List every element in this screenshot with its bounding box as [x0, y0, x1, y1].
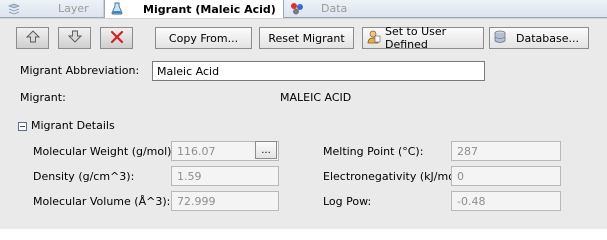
tab-layer-label: Layer	[58, 2, 89, 15]
migrant-abbreviation-label: Migrant Abbreviation:	[20, 64, 140, 77]
migrant-value: MALEIC ACID	[280, 91, 352, 104]
set-user-defined-button[interactable]: Set to User Defined	[362, 25, 484, 51]
molecular-weight-browse-button[interactable]: ...	[255, 141, 277, 159]
reset-migrant-label: Reset Migrant	[268, 31, 345, 45]
move-down-button[interactable]	[58, 27, 91, 49]
tab-layer[interactable]: Layer	[0, 0, 104, 17]
database-button[interactable]: Database...	[489, 27, 589, 49]
copy-from-label: Copy From...	[168, 31, 239, 45]
ellipsis-label: ...	[261, 144, 271, 156]
molecular-weight-label: Molecular Weight (g/mol):	[33, 145, 176, 158]
reset-migrant-button[interactable]: Reset Migrant	[259, 27, 354, 49]
molecular-volume-label: Molecular Volume (Å^3):	[33, 195, 171, 208]
molecular-volume-field	[171, 191, 279, 211]
tab-migrant-label: Migrant (Maleic Acid)	[143, 2, 276, 16]
set-user-defined-label: Set to User Defined	[385, 25, 447, 51]
electronegativity-label: Electronegativity (kJ/mol):	[323, 170, 466, 183]
delete-button[interactable]	[100, 27, 133, 49]
melting-point-label: Melting Point (°C):	[323, 145, 424, 158]
database-label: Database...	[516, 31, 579, 45]
melting-point-field	[451, 141, 561, 161]
user-icon	[367, 30, 381, 47]
move-up-button[interactable]	[16, 27, 49, 49]
electronegativity-field	[451, 166, 561, 186]
copy-from-button[interactable]: Copy From...	[155, 27, 252, 49]
density-field	[171, 166, 279, 186]
migrant-abbreviation-input[interactable]	[152, 61, 485, 81]
tab-data-label: Data	[321, 2, 348, 15]
migrant-details-header: Migrant Details	[31, 119, 115, 132]
collapse-toggle-icon[interactable]	[18, 122, 27, 131]
database-icon	[494, 30, 506, 47]
density-label: Density (g/cm^3):	[33, 170, 135, 183]
log-pow-label: Log Pow:	[323, 195, 372, 208]
migrant-label: Migrant:	[20, 91, 66, 104]
data-icon	[290, 2, 304, 18]
arrow-up-icon	[25, 30, 40, 46]
arrow-down-icon	[67, 30, 82, 46]
red-x-icon	[110, 30, 124, 47]
layer-icon	[7, 3, 21, 15]
flask-icon	[111, 2, 123, 18]
log-pow-field	[451, 191, 561, 211]
tab-migrant[interactable]: Migrant (Maleic Acid)	[104, 0, 284, 18]
migrant-panel: Copy From... Reset Migrant Set to User D…	[0, 18, 607, 229]
tab-data[interactable]: Data	[284, 0, 434, 17]
tab-strip: Layer Migrant (Maleic Acid) Data	[0, 0, 607, 18]
